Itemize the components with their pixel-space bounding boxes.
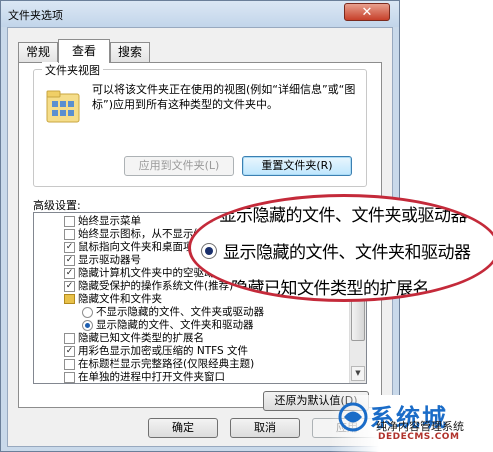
tab-general[interactable]: 常规 [18,42,58,62]
folder-views-legend: 文件夹视图 [42,62,103,78]
checkbox[interactable]: ✓ [64,346,75,357]
folder-icon [64,294,75,304]
ok-button[interactable]: 确定 [148,418,218,438]
checkbox[interactable] [64,359,75,370]
checkbox[interactable]: ✓ [64,255,75,266]
callout-radio-icon [201,243,217,259]
tab-view[interactable]: 查看 [58,39,110,63]
tab-search[interactable]: 搜索 [110,42,150,62]
checkbox[interactable]: ✓ [64,268,75,279]
apply-to-folders-button[interactable]: 应用到文件夹(L) [124,156,234,176]
zoom-callout: 不显示隐藏的文件、文件夹或驱动器 显示隐藏的文件、文件夹和驱动器 隐藏已知文件类… [188,194,493,302]
folder-views-group: 文件夹视图 可以将该文件夹正在使用的视图(例如“详细信息”或“图标”)应用到所有… [33,62,367,187]
window-title: 文件夹选项 [8,9,63,22]
callout-line-extension: 隐藏已知文件类型的扩展名 [231,279,430,299]
list-item[interactable]: 在单独的进程中打开文件夹窗口 [34,370,347,383]
checkbox[interactable] [64,333,75,344]
checkbox[interactable] [64,372,75,383]
advanced-settings-label: 高级设置: [33,199,81,212]
close-button[interactable]: ✕ [344,3,390,21]
radio-button[interactable] [82,320,93,331]
watermark-logo-icon [338,402,368,432]
checkbox[interactable] [64,229,75,240]
cancel-button[interactable]: 取消 [230,418,300,438]
radio-button[interactable] [82,307,93,318]
watermark-domain: DEDECMS.COM [378,432,460,442]
callout-line-hide-option: 不显示隐藏的文件、文件夹或驱动器 [203,206,468,226]
checkbox[interactable] [64,216,75,227]
checkbox[interactable]: ✓ [64,242,75,253]
checkbox[interactable]: ✓ [64,281,75,292]
close-icon: ✕ [361,5,373,20]
scroll-down-icon[interactable]: ▼ [351,366,365,381]
callout-line-show-option: 显示隐藏的文件、文件夹和驱动器 [223,243,471,263]
reset-folders-button[interactable]: 重置文件夹(R) [242,156,352,176]
folder-views-description: 可以将该文件夹正在使用的视图(例如“详细信息”或“图标”)应用到所有这种类型的文… [92,83,356,111]
folder-view-icon [46,90,80,123]
title-bar[interactable]: 文件夹选项 ✕ [1,1,399,27]
